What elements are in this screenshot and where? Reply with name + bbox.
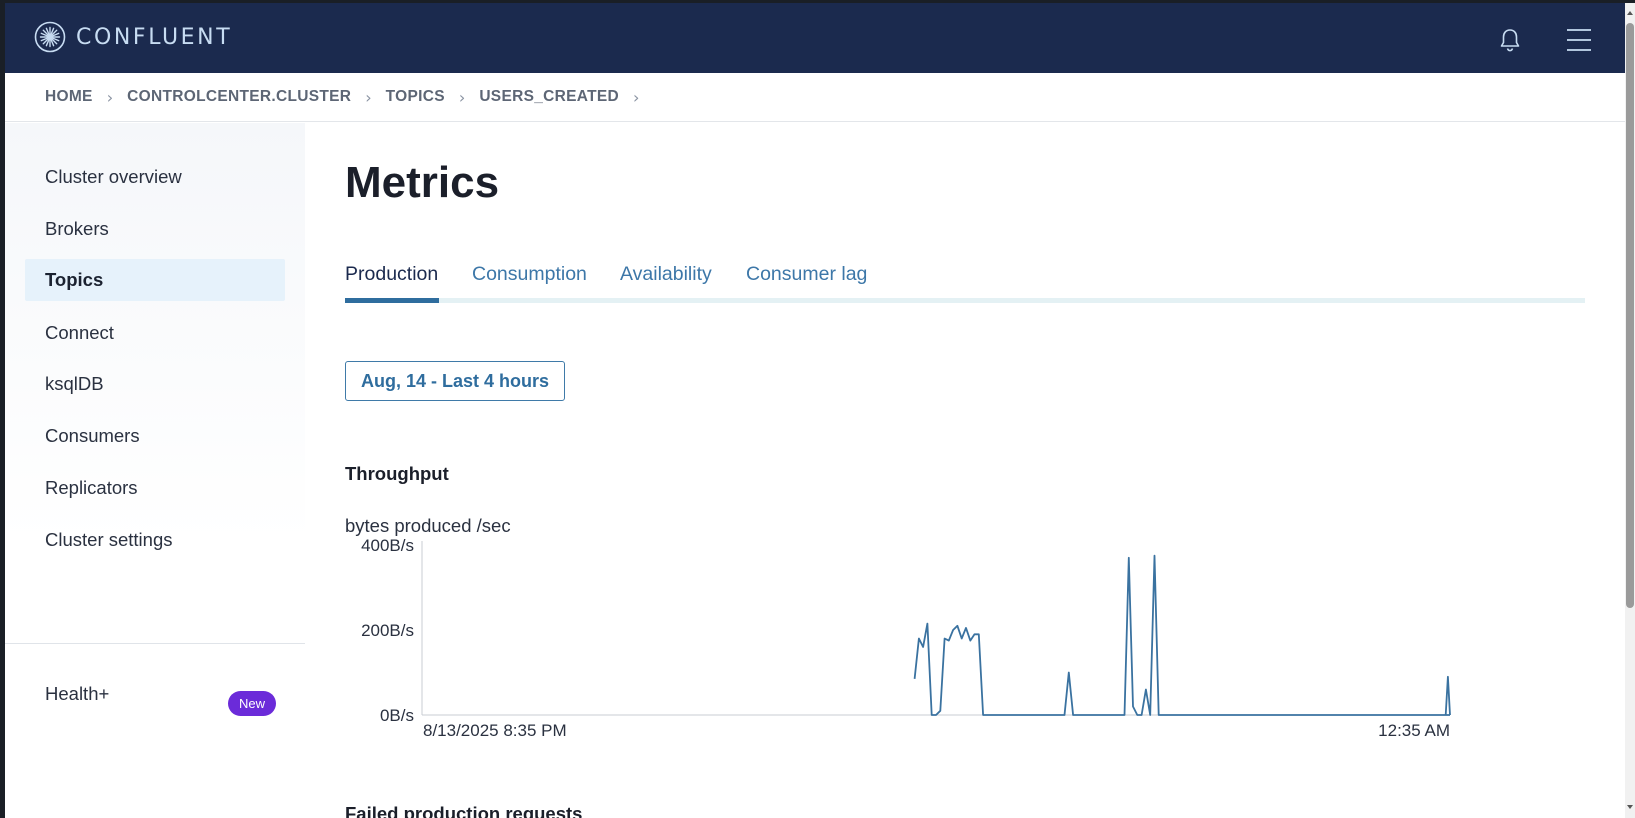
metrics-tabs: Production Consumption Availability Cons… <box>345 258 1585 303</box>
tab-consumption[interactable]: Consumption <box>472 263 587 286</box>
sidebar-item-topics[interactable]: Topics <box>25 259 285 301</box>
throughput-chart: 400B/s 200B/s 0B/s 8/13/2025 8:35 PM 12:35 A… <box>361 536 1451 740</box>
tab-consumer-lag[interactable]: Consumer lag <box>746 263 867 286</box>
breadcrumb-cluster[interactable]: CONTROLCENTER.CLUSTER <box>127 88 351 106</box>
sidebar-item-consumers[interactable]: Consumers <box>25 415 285 457</box>
scroll-down-icon[interactable] <box>1626 801 1634 813</box>
chevron-right-icon: › <box>365 87 372 107</box>
y-tick-label: 400B/s <box>361 536 414 555</box>
hamburger-menu-icon[interactable] <box>1564 25 1594 55</box>
sidebar-item-health-plus[interactable]: Health+ <box>45 683 109 705</box>
series-line <box>913 554 1450 716</box>
chevron-right-icon: › <box>458 87 466 107</box>
breadcrumb-topic[interactable]: USERS_CREATED <box>479 88 619 106</box>
series-line <box>1444 675 1451 716</box>
chevron-right-icon: › <box>106 87 114 107</box>
sidebar-item-connect[interactable]: Connect <box>25 312 285 354</box>
sidebar-item-label: Cluster settings <box>45 529 173 550</box>
brand-name: CONFLUENT <box>76 24 233 50</box>
y-tick-label: 200B/s <box>361 621 414 640</box>
sidebar-item-replicators[interactable]: Replicators <box>25 467 285 509</box>
sidebar-divider <box>5 643 305 644</box>
sidebar-item-cluster-overview[interactable]: Cluster overview <box>25 156 285 198</box>
date-range-button[interactable]: Aug, 14 - Last 4 hours <box>345 361 565 401</box>
breadcrumb-topics[interactable]: TOPICS <box>386 88 445 106</box>
brand-logo[interactable]: CONFLUENT <box>34 21 232 53</box>
confluent-logo-icon <box>34 21 66 53</box>
breadcrumb: HOME › CONTROLCENTER.CLUSTER › TOPICS › … <box>5 73 1625 122</box>
page-title: Metrics <box>345 158 500 207</box>
sidebar-item-brokers[interactable]: Brokers <box>25 208 285 250</box>
scrollbar-thumb[interactable] <box>1626 23 1634 608</box>
sidebar-item-label: Consumers <box>45 425 140 446</box>
vertical-scrollbar[interactable] <box>1625 3 1635 818</box>
sidebar-item-cluster-settings[interactable]: Cluster settings <box>25 519 285 561</box>
bell-icon[interactable] <box>1495 25 1525 55</box>
top-navbar: CONFLUENT <box>5 3 1625 73</box>
throughput-heading: Throughput <box>345 463 449 484</box>
failed-requests-heading: Failed production requests <box>345 803 583 818</box>
app-window: CONFLUENT HOME › CONTROLCENTER.CLUSTER ›… <box>5 3 1635 818</box>
sidebar-item-label: ksqlDB <box>45 373 104 394</box>
sidebar-item-label: Replicators <box>45 477 138 498</box>
sidebar-item-label: Connect <box>45 322 114 343</box>
sidebar-item-label: Topics <box>45 269 104 290</box>
x-tick-label: 12:35 AM <box>1378 721 1450 740</box>
tab-production[interactable]: Production <box>345 263 438 286</box>
sidebar-item-ksqldb[interactable]: ksqlDB <box>25 363 285 405</box>
sidebar-item-label: Brokers <box>45 218 109 239</box>
new-badge: New <box>228 691 276 716</box>
scroll-up-icon[interactable] <box>1626 7 1634 19</box>
x-tick-label: 8/13/2025 8:35 PM <box>423 721 567 740</box>
chevron-right-icon: › <box>633 87 640 107</box>
active-tab-indicator <box>345 298 439 303</box>
y-tick-label: 0B/s <box>380 706 414 725</box>
tab-availability[interactable]: Availability <box>620 263 712 286</box>
sidebar-item-label: Cluster overview <box>45 166 182 187</box>
breadcrumb-home[interactable]: HOME <box>45 88 93 106</box>
